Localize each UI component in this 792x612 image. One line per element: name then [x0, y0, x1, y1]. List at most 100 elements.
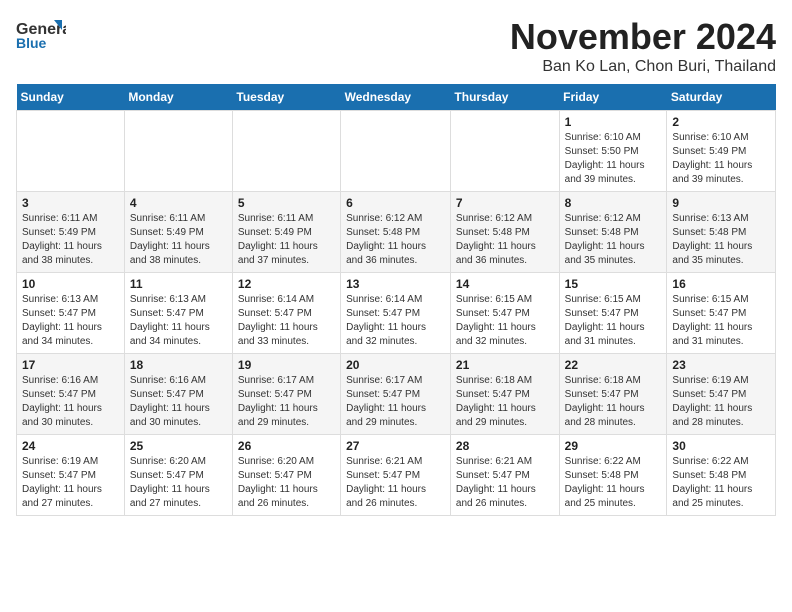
calendar-cell: 20 Sunrise: 6:17 AM Sunset: 5:47 PM Dayli…: [341, 354, 451, 435]
day-number: 22: [565, 358, 662, 372]
day-number: 5: [238, 196, 335, 210]
day-info: Sunrise: 6:18 AM Sunset: 5:47 PM Dayligh…: [456, 374, 554, 430]
calendar-week-row: 3 Sunrise: 6:11 AM Sunset: 5:49 PM Daylig…: [17, 192, 776, 273]
day-number: 12: [238, 277, 335, 291]
day-number: 23: [672, 358, 770, 372]
day-info: Sunrise: 6:15 AM Sunset: 5:47 PM Dayligh…: [456, 293, 554, 349]
calendar-cell: 30 Sunrise: 6:22 AM Sunset: 5:48 PM Dayli…: [667, 435, 776, 516]
calendar-cell: 28 Sunrise: 6:21 AM Sunset: 5:47 PM Dayli…: [450, 435, 559, 516]
day-number: 21: [456, 358, 554, 372]
day-info: Sunrise: 6:17 AM Sunset: 5:47 PM Dayligh…: [238, 374, 335, 430]
day-number: 28: [456, 439, 554, 453]
day-info: Sunrise: 6:12 AM Sunset: 5:48 PM Dayligh…: [456, 212, 554, 268]
day-number: 20: [346, 358, 445, 372]
day-number: 3: [22, 196, 119, 210]
day-number: 7: [456, 196, 554, 210]
day-info: Sunrise: 6:13 AM Sunset: 5:47 PM Dayligh…: [22, 293, 119, 349]
calendar-week-row: 24 Sunrise: 6:19 AM Sunset: 5:47 PM Dayli…: [17, 435, 776, 516]
calendar-cell: 24 Sunrise: 6:19 AM Sunset: 5:47 PM Dayli…: [17, 435, 125, 516]
title-area: November 2024 Ban Ko Lan, Chon Buri, Tha…: [510, 16, 776, 76]
day-number: 19: [238, 358, 335, 372]
day-info: Sunrise: 6:17 AM Sunset: 5:47 PM Dayligh…: [346, 374, 445, 430]
day-info: Sunrise: 6:13 AM Sunset: 5:47 PM Dayligh…: [130, 293, 227, 349]
calendar-cell: 27Sunrise: 6:21 AM Sunset: 5:47 PM Dayli…: [341, 435, 451, 516]
day-info: Sunrise: 6:19 AM Sunset: 5:47 PM Dayligh…: [22, 455, 119, 511]
day-info: Sunrise: 6:14 AM Sunset: 5:47 PM Dayligh…: [238, 293, 335, 349]
day-info: Sunrise: 6:12 AM Sunset: 5:48 PM Dayligh…: [565, 212, 662, 268]
calendar-cell: 13 Sunrise: 6:14 AM Sunset: 5:47 PM Dayli…: [341, 273, 451, 354]
calendar-cell: [232, 111, 340, 192]
calendar-cell: 3 Sunrise: 6:11 AM Sunset: 5:49 PM Daylig…: [17, 192, 125, 273]
day-info: Sunrise: 6:10 AM Sunset: 5:49 PM Dayligh…: [672, 131, 770, 187]
day-number: 14: [456, 277, 554, 291]
day-info: Sunrise: 6:19 AM Sunset: 5:47 PM Dayligh…: [672, 374, 770, 430]
calendar-cell: 21 Sunrise: 6:18 AM Sunset: 5:47 PM Dayli…: [450, 354, 559, 435]
day-info: Sunrise: 6:20 AM Sunset: 5:47 PM Dayligh…: [130, 455, 227, 511]
weekday-header: Sunday: [17, 84, 125, 111]
weekday-header: Thursday: [450, 84, 559, 111]
day-number: 24: [22, 439, 119, 453]
day-info: Sunrise: 6:13 AM Sunset: 5:48 PM Dayligh…: [672, 212, 770, 268]
day-info: Sunrise: 6:15 AM Sunset: 5:47 PM Dayligh…: [672, 293, 770, 349]
day-number: 16: [672, 277, 770, 291]
day-number: 13: [346, 277, 445, 291]
day-info: Sunrise: 6:21 AM Sunset: 5:47 PM Dayligh…: [346, 455, 445, 511]
calendar-week-row: 17 Sunrise: 6:16 AM Sunset: 5:47 PM Dayli…: [17, 354, 776, 435]
day-number: 11: [130, 277, 227, 291]
day-info: Sunrise: 6:16 AM Sunset: 5:47 PM Dayligh…: [130, 374, 227, 430]
header: General Blue November 2024 Ban Ko Lan, C…: [16, 16, 776, 76]
month-title: November 2024: [510, 16, 776, 58]
day-info: Sunrise: 6:12 AM Sunset: 5:48 PM Dayligh…: [346, 212, 445, 268]
day-number: 25: [130, 439, 227, 453]
calendar-cell: 12 Sunrise: 6:14 AM Sunset: 5:47 PM Dayli…: [232, 273, 340, 354]
day-number: 6: [346, 196, 445, 210]
weekday-header: Monday: [124, 84, 232, 111]
calendar-cell: 17 Sunrise: 6:16 AM Sunset: 5:47 PM Dayli…: [17, 354, 125, 435]
day-number: 2: [672, 115, 770, 129]
svg-text:Blue: Blue: [16, 35, 47, 51]
calendar-cell: [341, 111, 451, 192]
day-info: Sunrise: 6:20 AM Sunset: 5:47 PM Dayligh…: [238, 455, 335, 511]
day-number: 30: [672, 439, 770, 453]
calendar-cell: 11 Sunrise: 6:13 AM Sunset: 5:47 PM Dayli…: [124, 273, 232, 354]
calendar-cell: 15Sunrise: 6:15 AM Sunset: 5:47 PM Dayli…: [559, 273, 667, 354]
calendar-cell: 10 Sunrise: 6:13 AM Sunset: 5:47 PM Dayli…: [17, 273, 125, 354]
calendar-cell: 9 Sunrise: 6:13 AM Sunset: 5:48 PM Daylig…: [667, 192, 776, 273]
day-info: Sunrise: 6:14 AM Sunset: 5:47 PM Dayligh…: [346, 293, 445, 349]
calendar-cell: [17, 111, 125, 192]
day-info: Sunrise: 6:21 AM Sunset: 5:47 PM Dayligh…: [456, 455, 554, 511]
day-number: 9: [672, 196, 770, 210]
calendar-cell: 26 Sunrise: 6:20 AM Sunset: 5:47 PM Dayli…: [232, 435, 340, 516]
logo: General Blue: [16, 16, 66, 56]
weekday-header: Saturday: [667, 84, 776, 111]
day-number: 4: [130, 196, 227, 210]
calendar-cell: 4 Sunrise: 6:11 AM Sunset: 5:49 PM Daylig…: [124, 192, 232, 273]
calendar-cell: 8Sunrise: 6:12 AM Sunset: 5:48 PM Daylig…: [559, 192, 667, 273]
day-number: 15: [565, 277, 662, 291]
calendar-cell: 2 Sunrise: 6:10 AM Sunset: 5:49 PM Daylig…: [667, 111, 776, 192]
day-number: 26: [238, 439, 335, 453]
day-number: 17: [22, 358, 119, 372]
calendar-cell: [450, 111, 559, 192]
calendar-cell: 29Sunrise: 6:22 AM Sunset: 5:48 PM Dayli…: [559, 435, 667, 516]
day-info: Sunrise: 6:11 AM Sunset: 5:49 PM Dayligh…: [130, 212, 227, 268]
weekday-header: Wednesday: [341, 84, 451, 111]
calendar-cell: 7 Sunrise: 6:12 AM Sunset: 5:48 PM Daylig…: [450, 192, 559, 273]
day-number: 18: [130, 358, 227, 372]
calendar-cell: 16 Sunrise: 6:15 AM Sunset: 5:47 PM Dayli…: [667, 273, 776, 354]
calendar-week-row: 10 Sunrise: 6:13 AM Sunset: 5:47 PM Dayli…: [17, 273, 776, 354]
calendar-cell: 6 Sunrise: 6:12 AM Sunset: 5:48 PM Daylig…: [341, 192, 451, 273]
calendar-cell: 5Sunrise: 6:11 AM Sunset: 5:49 PM Daylig…: [232, 192, 340, 273]
day-number: 10: [22, 277, 119, 291]
calendar-week-row: 1 Sunrise: 6:10 AM Sunset: 5:50 PM Daylig…: [17, 111, 776, 192]
location-title: Ban Ko Lan, Chon Buri, Thailand: [510, 58, 776, 76]
day-info: Sunrise: 6:10 AM Sunset: 5:50 PM Dayligh…: [565, 131, 662, 187]
calendar-table: SundayMondayTuesdayWednesdayThursdayFrid…: [16, 84, 776, 516]
day-number: 1: [565, 115, 662, 129]
calendar-cell: 23 Sunrise: 6:19 AM Sunset: 5:47 PM Dayli…: [667, 354, 776, 435]
calendar-cell: 22Sunrise: 6:18 AM Sunset: 5:47 PM Dayli…: [559, 354, 667, 435]
day-info: Sunrise: 6:22 AM Sunset: 5:48 PM Dayligh…: [672, 455, 770, 511]
calendar-cell: 25 Sunrise: 6:20 AM Sunset: 5:47 PM Dayli…: [124, 435, 232, 516]
day-info: Sunrise: 6:16 AM Sunset: 5:47 PM Dayligh…: [22, 374, 119, 430]
day-info: Sunrise: 6:11 AM Sunset: 5:49 PM Dayligh…: [22, 212, 119, 268]
